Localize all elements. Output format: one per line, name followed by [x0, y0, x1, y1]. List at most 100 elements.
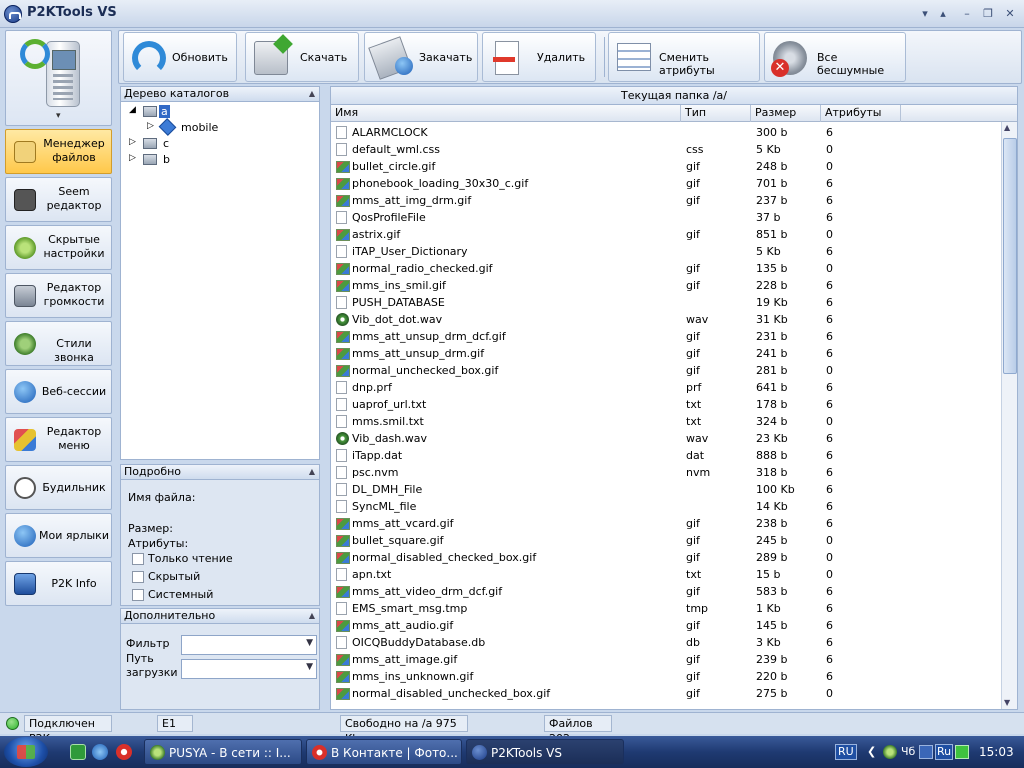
chevron-down-icon[interactable]: ▼: [306, 638, 313, 648]
table-row[interactable]: normal_unchecked_box.gif gif 281 b 0: [331, 362, 999, 379]
refresh-button[interactable]: Обновить: [123, 32, 237, 82]
table-row[interactable]: DL_DMH_File 100 Kb 6: [331, 481, 999, 498]
file-type-cell: gif: [686, 262, 700, 275]
all-silent-button[interactable]: ✕ Все бесшумные: [764, 32, 906, 82]
close-button[interactable]: ✕: [1003, 7, 1017, 21]
table-row[interactable]: mms_att_video_drm_dcf.gif gif 583 b 6: [331, 583, 999, 600]
menu-down-icon[interactable]: ▾: [918, 7, 932, 21]
quicklaunch-icon[interactable]: [70, 744, 86, 760]
nav-item-volume-editor[interactable]: Редактор громкости: [5, 273, 112, 318]
readonly-checkbox[interactable]: [132, 553, 144, 565]
system-checkbox[interactable]: [132, 589, 144, 601]
nav-item-p2k-info[interactable]: P2K Info: [5, 561, 112, 606]
minimize-button[interactable]: –: [960, 7, 974, 21]
file-type-cell: gif: [686, 670, 700, 683]
nav-item-seem-editor[interactable]: Seem редактор: [5, 177, 112, 222]
collapse-icon[interactable]: ▲: [309, 609, 315, 623]
table-row[interactable]: psc.nvm nvm 318 b 6: [331, 464, 999, 481]
file-type-cell: gif: [686, 517, 700, 530]
scroll-up-icon[interactable]: ▲: [1004, 123, 1010, 132]
nav-item-file-manager[interactable]: Менеджер файлов: [5, 129, 112, 174]
hidden-checkbox[interactable]: [132, 571, 144, 583]
expand-icon[interactable]: ◢: [129, 105, 136, 115]
table-row[interactable]: OICQBuddyDatabase.db db 3 Kb 6: [331, 634, 999, 651]
nav-item-hidden-settings[interactable]: Скрытые настройки: [5, 225, 112, 270]
file-name-cell: mms_att_img_drm.gif: [352, 194, 472, 207]
expand-icon[interactable]: ▷: [129, 137, 136, 147]
table-row[interactable]: iTapp.dat dat 888 b 6: [331, 447, 999, 464]
table-row[interactable]: QosProfileFile 37 b 6: [331, 209, 999, 226]
chevron-down-icon[interactable]: ▼: [306, 662, 313, 672]
table-row[interactable]: default_wml.css css 5 Kb 0: [331, 141, 999, 158]
table-row[interactable]: mms_att_vcard.gif gif 238 b 6: [331, 515, 999, 532]
table-row[interactable]: mms_att_unsup_drm_dcf.gif gif 231 b 6: [331, 328, 999, 345]
icq-tray-icon[interactable]: [883, 745, 897, 759]
language-indicator[interactable]: RU: [835, 744, 857, 760]
table-row[interactable]: ALARMCLOCK 300 b 6: [331, 124, 999, 141]
table-row[interactable]: mms_att_audio.gif gif 145 b 6: [331, 617, 999, 634]
column-header-name[interactable]: Имя: [331, 105, 681, 122]
change-attributes-button[interactable]: Сменить атрибуты: [608, 32, 760, 82]
table-row[interactable]: mms_att_unsup_drm.gif gif 241 b 6: [331, 345, 999, 362]
nav-item-menu-editor[interactable]: Редактор меню: [5, 417, 112, 462]
network-icon[interactable]: [919, 745, 933, 759]
table-row[interactable]: astrix.gif gif 851 b 0: [331, 226, 999, 243]
upload-path-input[interactable]: ▼: [181, 659, 317, 679]
table-row[interactable]: mms_att_image.gif gif 239 b 6: [331, 651, 999, 668]
task-button-vkontakte[interactable]: В Контакте | Фото...: [306, 739, 462, 765]
size-label: Размер:: [128, 522, 173, 535]
table-row[interactable]: Vib_dot_dot.wav wav 31 Kb 6: [331, 311, 999, 328]
scroll-down-icon[interactable]: ▼: [1004, 698, 1010, 707]
table-row[interactable]: Vib_dash.wav wav 23 Kb 6: [331, 430, 999, 447]
status-tray-icon[interactable]: [955, 745, 969, 759]
nav-item-label: Будильник: [42, 481, 106, 494]
start-button[interactable]: [4, 737, 48, 767]
table-row[interactable]: mms.smil.txt txt 324 b 0: [331, 413, 999, 430]
scrollbar-thumb[interactable]: [1003, 138, 1017, 374]
collapse-icon[interactable]: ▴: [936, 7, 950, 21]
table-row[interactable]: PUSH_DATABASE 19 Kb 6: [331, 294, 999, 311]
table-row[interactable]: normal_radio_checked.gif gif 135 b 0: [331, 260, 999, 277]
browser-icon[interactable]: [92, 744, 108, 760]
table-row[interactable]: iTAP_User_Dictionary 5 Kb 6: [331, 243, 999, 260]
expand-icon[interactable]: ▷: [147, 121, 154, 131]
nav-item-ring-styles[interactable]: Стили звонка: [5, 321, 112, 366]
maximize-button[interactable]: ❐: [981, 7, 995, 21]
opera-icon[interactable]: [116, 744, 132, 760]
download-button[interactable]: Скачать: [245, 32, 359, 82]
table-row[interactable]: EMS_smart_msg.tmp tmp 1 Kb 6: [331, 600, 999, 617]
device-panel[interactable]: ▾: [5, 30, 112, 126]
column-header-attributes[interactable]: Атрибуты: [821, 105, 901, 122]
table-row[interactable]: SyncML_file 14 Kb 6: [331, 498, 999, 515]
table-row[interactable]: mms_att_img_drm.gif gif 237 b 6: [331, 192, 999, 209]
nav-item-alarm-clock[interactable]: Будильник: [5, 465, 112, 510]
upload-button[interactable]: Закачать: [364, 32, 478, 82]
ring-styles-icon: [14, 333, 36, 355]
collapse-icon[interactable]: ▲: [309, 87, 315, 101]
delete-button[interactable]: Удалить: [482, 32, 596, 82]
column-header-size[interactable]: Размер: [751, 105, 821, 122]
filter-input[interactable]: ▼: [181, 635, 317, 655]
nav-item-shortcuts[interactable]: Мои ярлыки: [5, 513, 112, 558]
tray-expand-icon[interactable]: ❮: [867, 745, 876, 758]
keyboard-language[interactable]: Ru: [935, 744, 954, 760]
collapse-icon[interactable]: ▲: [309, 465, 315, 479]
table-row[interactable]: uaprof_url.txt txt 178 b 6: [331, 396, 999, 413]
task-button-p2ktools[interactable]: P2KTools VS: [466, 739, 624, 765]
table-row[interactable]: mms_ins_unknown.gif gif 220 b 6: [331, 668, 999, 685]
table-row[interactable]: normal_disabled_checked_box.gif gif 289 b 0: [331, 549, 999, 566]
vertical-scrollbar[interactable]: ▲ ▼: [1001, 122, 1017, 709]
table-row[interactable]: dnp.prf prf 641 b 6: [331, 379, 999, 396]
expand-icon[interactable]: ▷: [129, 153, 136, 163]
chevron-down-icon[interactable]: ▾: [56, 111, 61, 121]
table-row[interactable]: bullet_square.gif gif 245 b 0: [331, 532, 999, 549]
file-type-cell: gif: [686, 364, 700, 377]
table-row[interactable]: phonebook_loading_30x30_c.gif gif 701 b 6: [331, 175, 999, 192]
column-header-type[interactable]: Тип: [681, 105, 751, 122]
table-row[interactable]: bullet_circle.gif gif 248 b 0: [331, 158, 999, 175]
table-row[interactable]: mms_ins_smil.gif gif 228 b 6: [331, 277, 999, 294]
task-button-pusya[interactable]: PUSYA - В сети :: I...: [144, 739, 302, 765]
table-row[interactable]: normal_disabled_unchecked_box.gif gif 275 …: [331, 685, 999, 702]
nav-item-web-sessions[interactable]: Веб-сессии: [5, 369, 112, 414]
table-row[interactable]: apn.txt txt 15 b 0: [331, 566, 999, 583]
